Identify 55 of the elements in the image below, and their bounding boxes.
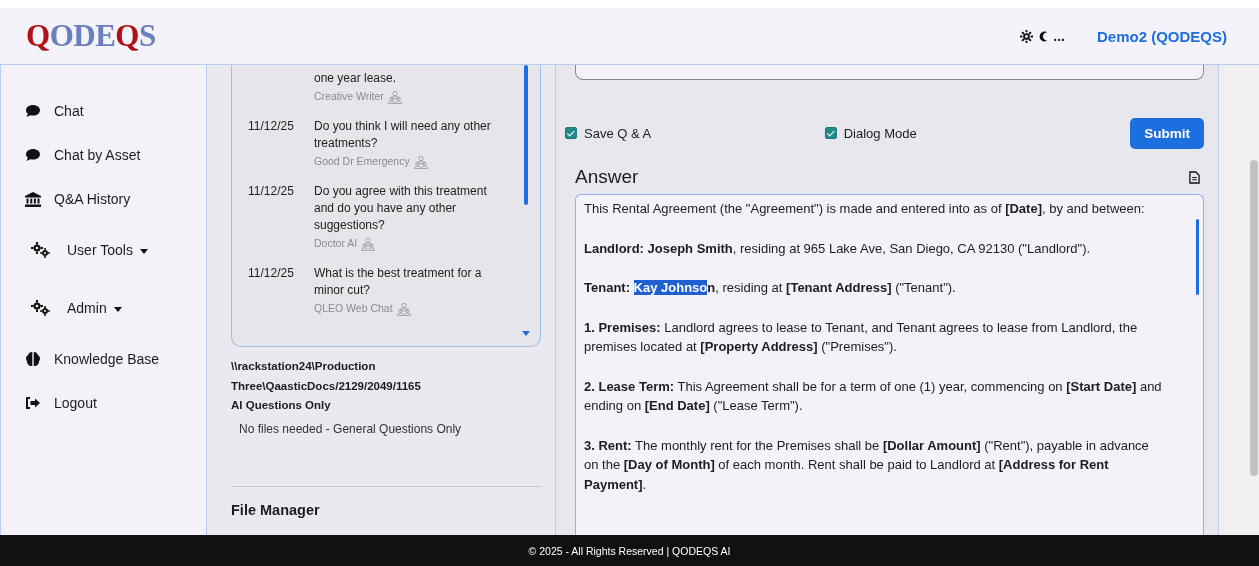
scroll-down-icon[interactable] — [522, 331, 530, 336]
option-checkbox[interactable]: Dialog Mode — [824, 125, 917, 141]
sidebar-item[interactable]: User Tools — [25, 221, 206, 279]
more-button[interactable]: ... — [1053, 28, 1065, 44]
submit-button[interactable]: Submit — [1130, 117, 1204, 149]
moon-icon[interactable] — [1038, 29, 1049, 43]
user-menu-link[interactable]: Demo2 (QODEQS) — [1096, 27, 1227, 45]
history-question[interactable]: Do you agree with this treatment and do you have any other suggestions? — [314, 183, 504, 234]
bank-icon — [25, 191, 41, 207]
scrollbar-thumb[interactable] — [524, 65, 528, 205]
gears-icon — [31, 242, 51, 258]
answer-paragraph: 1. Premises: Landlord agrees to lease to Tenant, and Tenant agrees to lease from Landlord, the premises located at [Property Address] ("Premises"). — [584, 318, 1139, 356]
history-question[interactable]: What is the best treatment for a minor cut? — [314, 265, 504, 299]
assistant-name: Doctor AI — [314, 236, 358, 251]
history-date: 11/12/25 — [248, 118, 295, 135]
sidebar-item[interactable]: Chat — [25, 89, 206, 133]
sidebar-item[interactable]: Knowledge Base — [25, 337, 206, 381]
sidebar-item[interactable]: Admin — [25, 279, 206, 337]
files-note: No files needed - General Questions Only — [239, 421, 463, 436]
answer-paragraph: 3. Rent: The monthly rent for the Premises shall be [Dollar Amount] ("Rent"), payable in advance on the [Day of Month] of each month. Rent shall be paid to Landlord at [Address for Rent Payment]. — [584, 436, 1150, 494]
logout-icon — [25, 396, 41, 410]
sun-icon[interactable] — [1020, 29, 1034, 43]
users-icon — [413, 154, 428, 169]
question-field[interactable] — [575, 65, 1204, 80]
sidebar-item[interactable]: Chat by Asset — [25, 133, 206, 177]
brain-icon — [25, 351, 41, 367]
assistant-name: Creative Writer — [314, 89, 384, 104]
users-icon — [361, 236, 376, 251]
assistant-name: QLEO Web Chat — [314, 301, 393, 316]
document-icon[interactable] — [1189, 170, 1200, 184]
mode-label: AI Questions Only — [231, 398, 332, 413]
chat-bubble-icon — [25, 104, 41, 118]
answer-title: Answer — [575, 166, 640, 188]
users-icon — [396, 301, 411, 316]
chat-bubble-icon — [25, 148, 41, 162]
option-checkbox[interactable]: Save Q & A — [565, 125, 652, 141]
logo[interactable]: QODEQS — [26, 18, 156, 54]
source-path: \\rackstation24\Production Three\QaasticDocs/2129/2049/1165 — [231, 359, 422, 394]
assistant-name: Good Dr Emergency — [314, 154, 410, 169]
section-title: File Manager — [231, 501, 321, 518]
answer-paragraph: Tenant: Kay Johnson, residing at [Tenant Address] ("Tenant"). — [584, 279, 957, 297]
users-icon — [387, 89, 402, 104]
answer-paragraph: This Rental Agreement (the "Agreement") is made and entered into as of [Date], by and between: — [584, 200, 1146, 218]
page-scrollbar-thumb[interactable] — [1250, 160, 1258, 476]
scrollbar-thumb[interactable] — [1196, 219, 1199, 295]
sidebar-item[interactable]: Logout — [25, 381, 206, 425]
history-date: 11/12/25 — [248, 183, 295, 200]
history-question[interactable]: one year lease. — [314, 70, 504, 87]
history-date: 11/12/25 — [248, 265, 295, 282]
history-question[interactable]: Do you think I will need any other treatments? — [314, 118, 504, 152]
gears-icon — [31, 300, 51, 316]
copyright-text: © 2025 - All Rights Reserved | QODEQS AI — [528, 544, 731, 557]
answer-paragraph: 2. Lease Term: This Agreement shall be for a term of one (1) year, commencing on [Start Date] and ending on [End Date] ("Lease Term"). — [584, 377, 1163, 415]
sidebar-item[interactable]: Q&A History — [25, 177, 206, 221]
answer-paragraph: Landlord: Joseph Smith, residing at 965 Lake Ave, San Diego, CA 92130 ("Landlord"). — [584, 239, 1092, 258]
